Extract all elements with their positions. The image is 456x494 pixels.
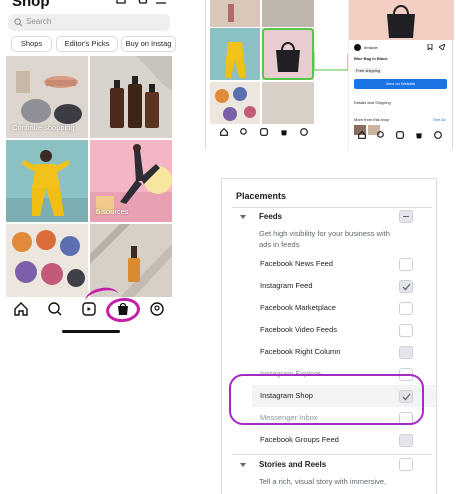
feeds-description: Get high visibility for your business wi… [259,229,390,249]
product-detail-screen: Itmskite Bike Bag in Black Free shipping… [348,0,454,150]
product-tile[interactable] [262,0,314,27]
shop-header: Shop [10,0,170,10]
product-tile[interactable] [210,82,260,124]
reels-icon[interactable] [395,130,405,140]
stories-section-title: Stories and Reels [259,460,327,469]
product-image [210,0,260,27]
pill-shops[interactable]: Shops [11,36,52,52]
home-icon[interactable] [219,127,229,137]
highlight-annotation [229,374,424,425]
search-placeholder: Search [26,17,52,26]
more-from-shop-label: More from this shop [354,117,390,122]
search-icon[interactable] [46,300,64,318]
profile-icon[interactable] [148,300,166,318]
product-hero-image [349,0,454,40]
placement-row[interactable]: Facebook News Feed [252,253,436,275]
view-on-website-button[interactable]: View on Website [354,79,447,89]
home-icon[interactable] [357,130,367,140]
page-title: Shop [12,0,50,10]
pill-buy-on-instagram[interactable]: Buy on Instag [121,36,176,52]
stories-checkbox[interactable] [399,458,413,471]
bag-image [349,0,454,40]
yellow-outfit-image [6,140,88,222]
search-icon[interactable] [376,130,386,140]
placement-row[interactable]: Facebook Video Feeds [252,319,436,341]
bell-icon[interactable] [114,0,128,7]
placement-checkbox[interactable] [399,302,413,315]
cart-icon[interactable] [134,0,148,7]
search-input[interactable]: Search [8,14,170,31]
details-and-shipping-link[interactable]: Details and Shipping [354,100,391,105]
placement-row[interactable]: Facebook Right Column [252,341,436,363]
bottom-tab-bar [213,125,313,139]
home-icon[interactable] [12,300,30,318]
divider [205,0,206,150]
placements-panel: Placements Feeds Get high visibility for… [221,178,437,494]
product-tile[interactable] [90,224,172,297]
product-tile[interactable] [210,0,260,27]
placement-row[interactable]: Facebook Marketplace [252,297,436,319]
placement-checkbox[interactable] [399,434,413,447]
home-indicator [62,330,120,333]
profile-icon[interactable] [433,130,443,140]
divider [232,207,432,208]
tile-caption: 5 sources [96,207,129,216]
search-icon [14,18,23,27]
check-icon [402,283,411,291]
instagram-shop-screen: Shop Search Shops Editor's Picks Buy on … [0,0,176,340]
product-tile[interactable]: Continue shopping [6,56,88,138]
selected-tile-highlight [262,28,314,80]
feeds-section-title: Feeds [259,212,283,221]
chevron-down-icon[interactable] [240,215,246,219]
feeds-select-all-checkbox[interactable] [399,210,413,223]
placement-label: Facebook Marketplace [260,303,336,312]
shop-product-flow: Itmskite Bike Bag in Black Free shipping… [205,0,456,155]
placement-label: Facebook Video Feeds [260,325,337,334]
panel-title: Placements [236,191,287,201]
bottom-tab-bar [357,128,447,142]
arrow-connector [313,52,349,71]
placement-checkbox[interactable] [399,346,413,359]
divider [232,454,432,455]
profile-icon[interactable] [299,127,309,137]
placement-checkbox[interactable] [399,324,413,337]
see-all-link[interactable]: See All [433,117,445,122]
shop-icon[interactable] [414,130,424,140]
product-tile[interactable] [6,140,88,222]
product-tile[interactable] [6,224,88,297]
placement-label: Instagram Feed [260,281,313,290]
reels-icon[interactable] [259,127,269,137]
placement-row[interactable]: Instagram Feed [252,275,436,297]
search-icon[interactable] [239,127,249,137]
placement-label: Facebook Groups Feed [260,435,339,444]
share-icon[interactable] [439,44,445,50]
pill-editors-picks[interactable]: Editor's Picks [56,36,118,52]
price-badge: Free shipping [354,68,383,73]
placement-row[interactable]: Facebook Groups Feed [252,429,436,451]
stories-description: Tell a rich, visual story with immersive… [259,477,387,486]
product-title: Bike Bag in Black [354,56,388,61]
product-tile[interactable]: 5 sources [90,140,172,222]
product-tile[interactable] [90,56,172,138]
button-label: View on Website [385,81,416,86]
sunglasses-image [210,82,260,124]
placement-checkbox[interactable] [399,280,413,293]
product-tile[interactable] [210,28,260,80]
menu-icon[interactable] [154,0,168,7]
placement-checkbox[interactable] [399,258,413,271]
bottles-image [90,56,172,138]
tile-caption: Continue shopping [12,123,75,132]
product-tile[interactable] [262,82,314,124]
placement-label: Facebook Right Column [260,347,341,356]
avatar[interactable] [354,44,361,51]
placement-label: Facebook News Feed [260,259,333,268]
shop-icon[interactable] [279,127,289,137]
serum-bottle-image [90,224,172,297]
sunglasses-image [6,224,88,297]
yellow-outfit-image [210,28,260,80]
shop-name[interactable]: Itmskite [364,45,378,50]
bookmark-icon[interactable] [427,44,433,50]
chevron-down-icon[interactable] [240,463,246,467]
